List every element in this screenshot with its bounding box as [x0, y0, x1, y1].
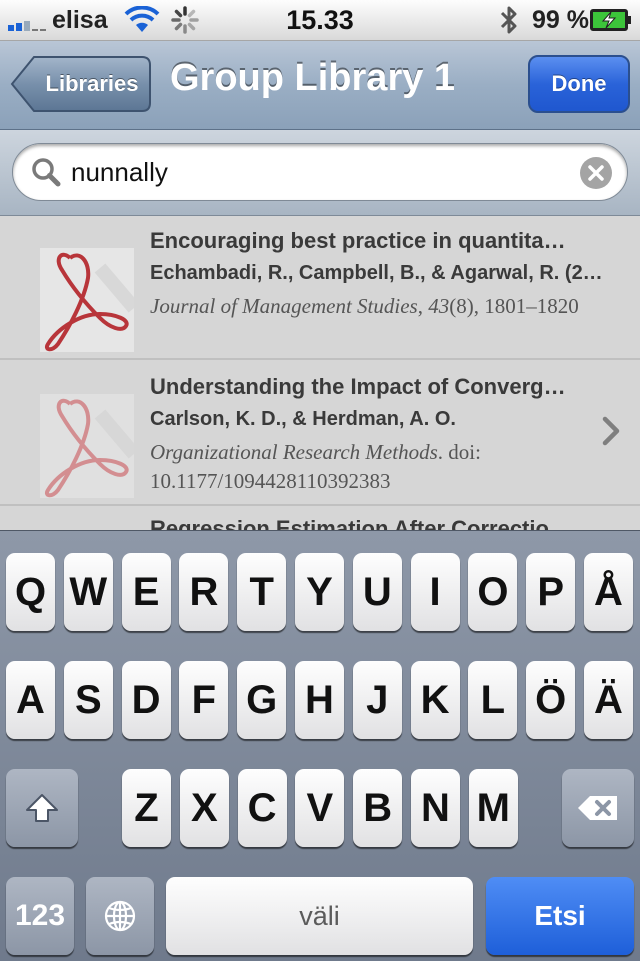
- result-authors: Echambadi, R., Campbell, B., & Agarwal, …: [150, 262, 603, 284]
- result-title-partial: Regression Estimation After Correctio…: [150, 516, 571, 530]
- pdf-icon: [40, 248, 134, 352]
- list-item[interactable]: Encouraging best practice in quantita… E…: [0, 216, 640, 360]
- key-w[interactable]: W: [63, 553, 113, 631]
- result-citation: Organizational Research Methods. doi: 10…: [150, 440, 481, 493]
- bluetooth-icon: [498, 4, 520, 41]
- key-q[interactable]: Q: [6, 553, 55, 631]
- list-item[interactable]: Understanding the Impact of Converg… Car…: [0, 362, 640, 506]
- search-icon: [31, 157, 61, 192]
- battery-charging-icon: [590, 9, 631, 31]
- status-bar: elisa 15.33 99 %: [0, 0, 640, 41]
- key-n[interactable]: N: [411, 769, 460, 847]
- key-t[interactable]: T: [237, 553, 287, 631]
- key-u[interactable]: U: [352, 553, 402, 631]
- key-o[interactable]: O: [468, 553, 518, 631]
- battery-percent: 99 %: [532, 6, 589, 34]
- key-b[interactable]: B: [353, 769, 403, 847]
- key-ö[interactable]: Ö: [526, 661, 576, 739]
- key-f[interactable]: F: [179, 661, 229, 739]
- key-h[interactable]: H: [295, 661, 344, 739]
- back-button-label: Libraries: [45, 71, 139, 96]
- numbers-key[interactable]: 123: [6, 877, 74, 955]
- key-g[interactable]: G: [237, 661, 287, 739]
- search-key[interactable]: Etsi: [486, 877, 634, 955]
- done-button[interactable]: Done: [528, 55, 630, 113]
- keyboard: QWERTYUIOPÅ ASDFGHJKLÖÄ ZXCVBNM 123 väli…: [0, 530, 640, 961]
- key-d[interactable]: D: [121, 661, 171, 739]
- search-query: nunnally: [71, 157, 168, 187]
- key-ä[interactable]: Ä: [584, 661, 633, 739]
- space-key[interactable]: väli: [166, 877, 473, 955]
- search-input[interactable]: nunnally: [12, 143, 628, 201]
- key-i[interactable]: I: [410, 553, 460, 631]
- globe-key[interactable]: [86, 877, 154, 955]
- key-s[interactable]: S: [63, 661, 113, 739]
- key-y[interactable]: Y: [295, 553, 344, 631]
- key-p[interactable]: P: [526, 553, 576, 631]
- key-k[interactable]: K: [410, 661, 460, 739]
- key-v[interactable]: V: [295, 769, 345, 847]
- page-title: Group Library 1: [170, 57, 456, 99]
- key-z[interactable]: Z: [122, 769, 171, 847]
- shift-key[interactable]: [6, 769, 78, 847]
- key-j[interactable]: J: [352, 661, 402, 739]
- chevron-right-icon: [602, 416, 620, 451]
- key-r[interactable]: R: [179, 553, 229, 631]
- key-x[interactable]: X: [179, 769, 229, 847]
- navigation-bar: Libraries Group Library 1 Done: [0, 41, 640, 130]
- key-e[interactable]: E: [121, 553, 171, 631]
- key-c[interactable]: C: [237, 769, 287, 847]
- search-bar: nunnally: [0, 130, 640, 216]
- result-title: Encouraging best practice in quantita…: [150, 228, 566, 253]
- results-list: Encouraging best practice in quantita… E…: [0, 216, 640, 530]
- result-title: Understanding the Impact of Converg…: [150, 374, 566, 399]
- result-authors: Carlson, K. D., & Herdman, A. O.: [150, 408, 456, 430]
- backspace-key[interactable]: [562, 769, 634, 847]
- clear-icon[interactable]: [579, 156, 613, 195]
- back-button[interactable]: Libraries: [10, 55, 152, 113]
- key-l[interactable]: L: [468, 661, 518, 739]
- result-citation: Journal of Management Studies, 43(8), 18…: [150, 294, 579, 318]
- key-å[interactable]: Å: [584, 553, 633, 631]
- key-m[interactable]: M: [468, 769, 518, 847]
- pdf-icon: [40, 394, 134, 498]
- key-a[interactable]: A: [6, 661, 55, 739]
